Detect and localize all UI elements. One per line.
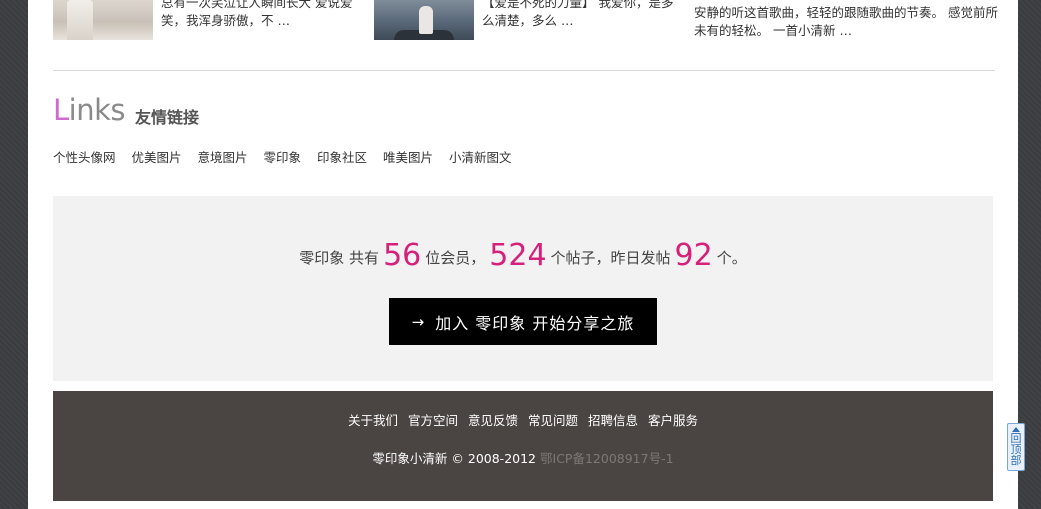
footer-link-about[interactable]: 关于我们: [348, 413, 398, 428]
article-excerpt[interactable]: 安静的听这首歌曲，轻轻的跟随歌曲的节奏。 感觉前所 未有的轻松。 一首小清新 …: [694, 4, 998, 40]
yesterday-post-count: 92: [674, 238, 713, 273]
friend-link[interactable]: 意境图片: [198, 150, 248, 165]
article-card[interactable]: 【爱是不死的力量】 我爱你，是多 么清楚，多么 …: [374, 0, 674, 40]
links-heading-rest: inks: [68, 93, 126, 127]
back-to-top-button[interactable]: 回顶部: [1007, 423, 1025, 471]
article-thumbnail[interactable]: [374, 0, 474, 40]
join-button[interactable]: → 加入 零印象 开始分享之旅: [389, 298, 657, 345]
links-heading-cn: 友情链接: [135, 108, 200, 127]
friend-link[interactable]: 零印象: [264, 150, 302, 165]
article-excerpt-line: 未有的轻松。 一首小清新 …: [694, 23, 852, 38]
site-stats-text: 零印象 共有 56 位会员， 524 个帖子，昨日发帖 92 个。: [53, 238, 993, 273]
friend-link[interactable]: 印象社区: [317, 150, 367, 165]
links-heading: Links 友情链接: [53, 93, 199, 127]
footer-link-official-space[interactable]: 官方空间: [408, 413, 458, 428]
section-divider: [53, 70, 995, 71]
footer-links: 关于我们 官方空间 意见反馈 常见问题 招聘信息 客户服务: [53, 410, 993, 429]
post-count: 524: [489, 238, 547, 273]
icp-license-link[interactable]: 鄂ICP备12008917号-1: [540, 451, 674, 466]
site-stats-panel: 零印象 共有 56 位会员， 524 个帖子，昨日发帖 92 个。 → 加入 零印象 开始分…: [53, 196, 993, 381]
article-excerpt-line: 总有一次笑泣让人瞬间长大 爱说爱: [161, 0, 353, 10]
stats-text: 位会员，: [425, 249, 486, 267]
article-excerpt-line: 【爱是不死的力量】 我爱你，是多: [482, 0, 674, 10]
article-strip: 总有一次笑泣让人瞬间长大 爱说爱 笑，我浑身骄傲，不 … 【爱是不死的力量】 我…: [53, 0, 998, 40]
article-excerpt-line: 安静的听这首歌曲，轻轻的跟随歌曲的节奏。 感觉前所: [694, 5, 998, 20]
stats-text: 个。: [716, 249, 747, 267]
article-thumbnail[interactable]: [53, 0, 153, 40]
member-count: 56: [383, 238, 422, 273]
links-heading-en: Links: [53, 93, 126, 127]
friend-link[interactable]: 优美图片: [132, 150, 182, 165]
article-excerpt-line: 笑，我浑身骄傲，不 …: [161, 13, 290, 28]
stats-site-name: 零印象: [299, 249, 345, 267]
arrow-right-icon: →: [411, 312, 426, 331]
join-button-label: 加入 零印象 开始分享之旅: [435, 313, 635, 333]
stats-text: 个帖子，昨日发帖: [550, 249, 671, 267]
friend-link[interactable]: 个性头像网: [53, 150, 116, 165]
links-heading-first-letter: L: [53, 93, 69, 127]
back-to-top-label: 回顶部: [1010, 432, 1022, 467]
article-card[interactable]: 安静的听这首歌曲，轻轻的跟随歌曲的节奏。 感觉前所 未有的轻松。 一首小清新 …: [694, 0, 998, 40]
friend-link[interactable]: 小清新图文: [449, 150, 512, 165]
footer-link-jobs[interactable]: 招聘信息: [588, 413, 638, 428]
article-excerpt[interactable]: 总有一次笑泣让人瞬间长大 爱说爱 笑，我浑身骄傲，不 …: [161, 0, 352, 30]
footer-link-feedback[interactable]: 意见反馈: [468, 413, 518, 428]
article-excerpt-line: 么清楚，多么 …: [482, 13, 574, 28]
footer-link-customer-service[interactable]: 客户服务: [648, 413, 698, 428]
friend-link[interactable]: 唯美图片: [383, 150, 433, 165]
article-excerpt[interactable]: 【爱是不死的力量】 我爱你，是多 么清楚，多么 …: [482, 0, 673, 30]
stats-text: 共有: [349, 249, 380, 267]
copyright: 零印象小清新 © 2008-2012 鄂ICP备12008917号-1: [53, 448, 993, 467]
copyright-text: 零印象小清新 © 2008-2012: [372, 451, 537, 466]
article-card[interactable]: 总有一次笑泣让人瞬间长大 爱说爱 笑，我浑身骄傲，不 …: [53, 0, 353, 40]
footer: 关于我们 官方空间 意见反馈 常见问题 招聘信息 客户服务 零印象小清新 © 2…: [53, 391, 993, 501]
footer-link-faq[interactable]: 常见问题: [528, 413, 578, 428]
page-content: 总有一次笑泣让人瞬间长大 爱说爱 笑，我浑身骄傲，不 … 【爱是不死的力量】 我…: [28, 0, 1018, 509]
friend-links: 个性头像网 优美图片 意境图片 零印象 印象社区 唯美图片 小清新图文: [53, 147, 524, 166]
